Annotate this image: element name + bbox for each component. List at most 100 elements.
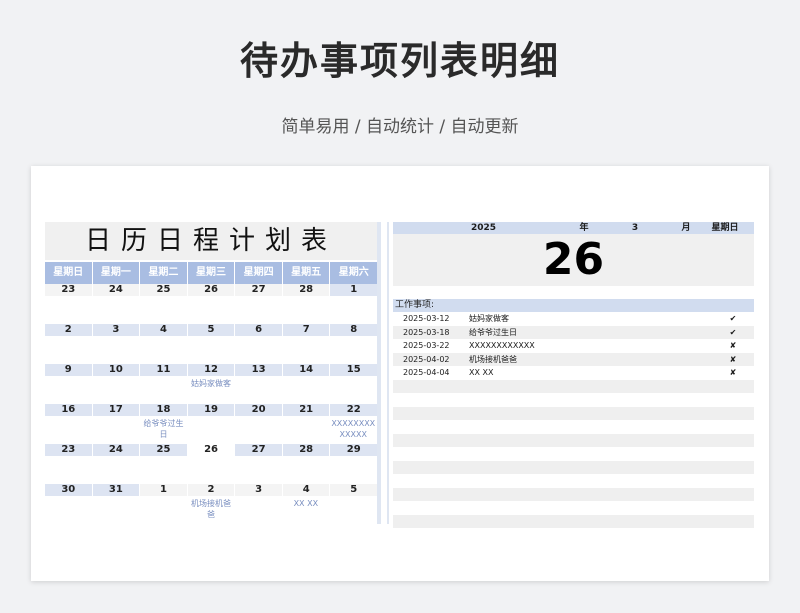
empty-task-row[interactable] (393, 447, 754, 461)
empty-task-row[interactable] (393, 406, 754, 420)
event-cell (235, 336, 282, 364)
date-cell[interactable]: 11 (140, 364, 187, 376)
date-cell[interactable]: 2 (187, 484, 235, 496)
task-status-icon[interactable]: ✘ (712, 353, 754, 367)
date-cell[interactable]: 18 (140, 404, 187, 416)
date-cell[interactable]: 15 (330, 364, 378, 376)
day-number: 26 (393, 234, 754, 286)
event-cell (235, 376, 282, 404)
date-cell[interactable]: 26 (187, 284, 235, 296)
calendar-week: 9 10 11 12 13 14 15 姑妈家做客 (45, 364, 378, 404)
date-cell[interactable]: 25 (140, 284, 187, 296)
empty-task-row[interactable] (393, 460, 754, 474)
date-cell[interactable]: 4 (140, 324, 187, 336)
month-value[interactable]: 3 (594, 222, 676, 234)
date-cell[interactable]: 31 (92, 484, 140, 496)
date-cell[interactable]: 27 (235, 444, 282, 456)
date-cell[interactable]: 23 (45, 444, 92, 456)
event-cell (330, 376, 377, 404)
date-cell[interactable]: 24 (92, 444, 140, 456)
year-label: 年 (579, 223, 589, 233)
date-cell[interactable]: 29 (330, 444, 378, 456)
date-cell[interactable]: 12 (187, 364, 235, 376)
date-cell[interactable]: 21 (282, 404, 330, 416)
weekday-label: 星期五 (282, 262, 330, 284)
weekday-label: 星期一 (92, 262, 140, 284)
date-cell[interactable]: 24 (92, 284, 140, 296)
date-cell[interactable]: 22 (330, 404, 378, 416)
date-cell[interactable]: 19 (187, 404, 235, 416)
task-name: 机场接机爸爸 (469, 354, 517, 364)
date-cell[interactable]: 6 (235, 324, 282, 336)
date-cell[interactable]: 16 (45, 404, 92, 416)
calendar-title: 日历日程计划表 (45, 222, 377, 260)
event-cell (235, 456, 282, 484)
date-cell[interactable]: 1 (140, 484, 187, 496)
date-cell[interactable]: 5 (187, 324, 235, 336)
task-name: 姑妈家做客 (469, 314, 509, 323)
date-cell[interactable]: 28 (282, 444, 330, 456)
event-cell (45, 376, 92, 404)
task-row[interactable]: 2025-03-18 给爷爷过生日 ✔ (393, 325, 754, 340)
task-row[interactable]: 2025-04-04 XX XX ✘ (393, 366, 754, 380)
date-cell[interactable]: 1 (330, 284, 378, 296)
empty-task-row[interactable] (393, 420, 754, 434)
date-cell[interactable]: 28 (282, 284, 330, 296)
empty-task-row[interactable] (393, 393, 754, 407)
date-header-row: 2025 年 3 月 星期日 (393, 222, 754, 234)
date-cell[interactable]: 20 (235, 404, 282, 416)
calendar-week: 23 24 25 26 27 28 29 (45, 444, 378, 484)
empty-task-row[interactable] (393, 514, 754, 528)
date-cell[interactable]: 3 (92, 324, 140, 336)
page-title: 待办事项列表明细 (239, 39, 560, 83)
task-row[interactable]: 2025-03-22 XXXXXXXXXXXX ✘ (393, 339, 754, 353)
date-cell[interactable]: 10 (92, 364, 140, 376)
task-status-icon[interactable]: ✘ (712, 339, 754, 353)
event-cell (92, 416, 139, 444)
date-cell[interactable]: 8 (330, 324, 378, 336)
empty-task-row[interactable] (393, 379, 754, 393)
empty-task-row[interactable] (393, 474, 754, 488)
task-status-icon[interactable]: ✔ (712, 326, 754, 340)
date-cell[interactable]: 3 (235, 484, 282, 496)
event-cell (92, 336, 139, 364)
event-cell (330, 336, 377, 364)
task-status-icon[interactable]: ✔ (712, 312, 754, 326)
date-cell[interactable]: 13 (235, 364, 282, 376)
empty-task-row[interactable] (393, 433, 754, 447)
date-cell[interactable]: 25 (140, 444, 187, 456)
task-row[interactable]: 2025-03-12 姑妈家做客 ✔ (393, 312, 754, 326)
weekday-value: 星期日 (711, 223, 739, 233)
date-cell[interactable]: 14 (282, 364, 330, 376)
empty-task-row[interactable] (393, 501, 754, 515)
date-cell[interactable]: 17 (92, 404, 140, 416)
date-cell[interactable]: 27 (235, 284, 282, 296)
weekday-label: 星期六 (330, 262, 378, 284)
empty-task-row[interactable] (393, 487, 754, 501)
date-cell[interactable]: 30 (45, 484, 92, 496)
calendar-week: 23 24 25 26 27 28 1 (45, 284, 378, 324)
event-cell (140, 456, 187, 484)
event-cell: 给爷爷过生日 (143, 419, 184, 439)
event-cell (92, 496, 139, 524)
date-cell[interactable]: 7 (282, 324, 330, 336)
task-date: 2025-03-18 (403, 327, 450, 337)
year-value[interactable]: 2025 (393, 222, 574, 234)
page-subtitle: 简单易用 / 自动统计 / 自动更新 (281, 117, 519, 137)
date-cell[interactable]: 5 (330, 484, 378, 496)
date-cell[interactable]: 4 (282, 484, 330, 496)
event-cell (140, 376, 187, 404)
task-status-icon[interactable]: ✘ (712, 366, 754, 380)
date-cell-today[interactable]: 26 (187, 444, 235, 456)
event-cell (282, 416, 329, 444)
event-cell (235, 296, 282, 324)
event-cell: XX XX (293, 499, 319, 508)
date-cell[interactable]: 9 (45, 364, 92, 376)
event-cell (282, 336, 329, 364)
date-cell[interactable]: 2 (45, 324, 92, 336)
task-row[interactable]: 2025-04-02 机场接机爸爸 ✘ (393, 352, 754, 367)
event-cell (140, 296, 187, 324)
date-cell[interactable]: 23 (45, 284, 92, 296)
weekday-header: 星期日 星期一 星期二 星期三 星期四 星期五 星期六 (45, 262, 378, 284)
empty-task-row[interactable] (393, 528, 754, 542)
